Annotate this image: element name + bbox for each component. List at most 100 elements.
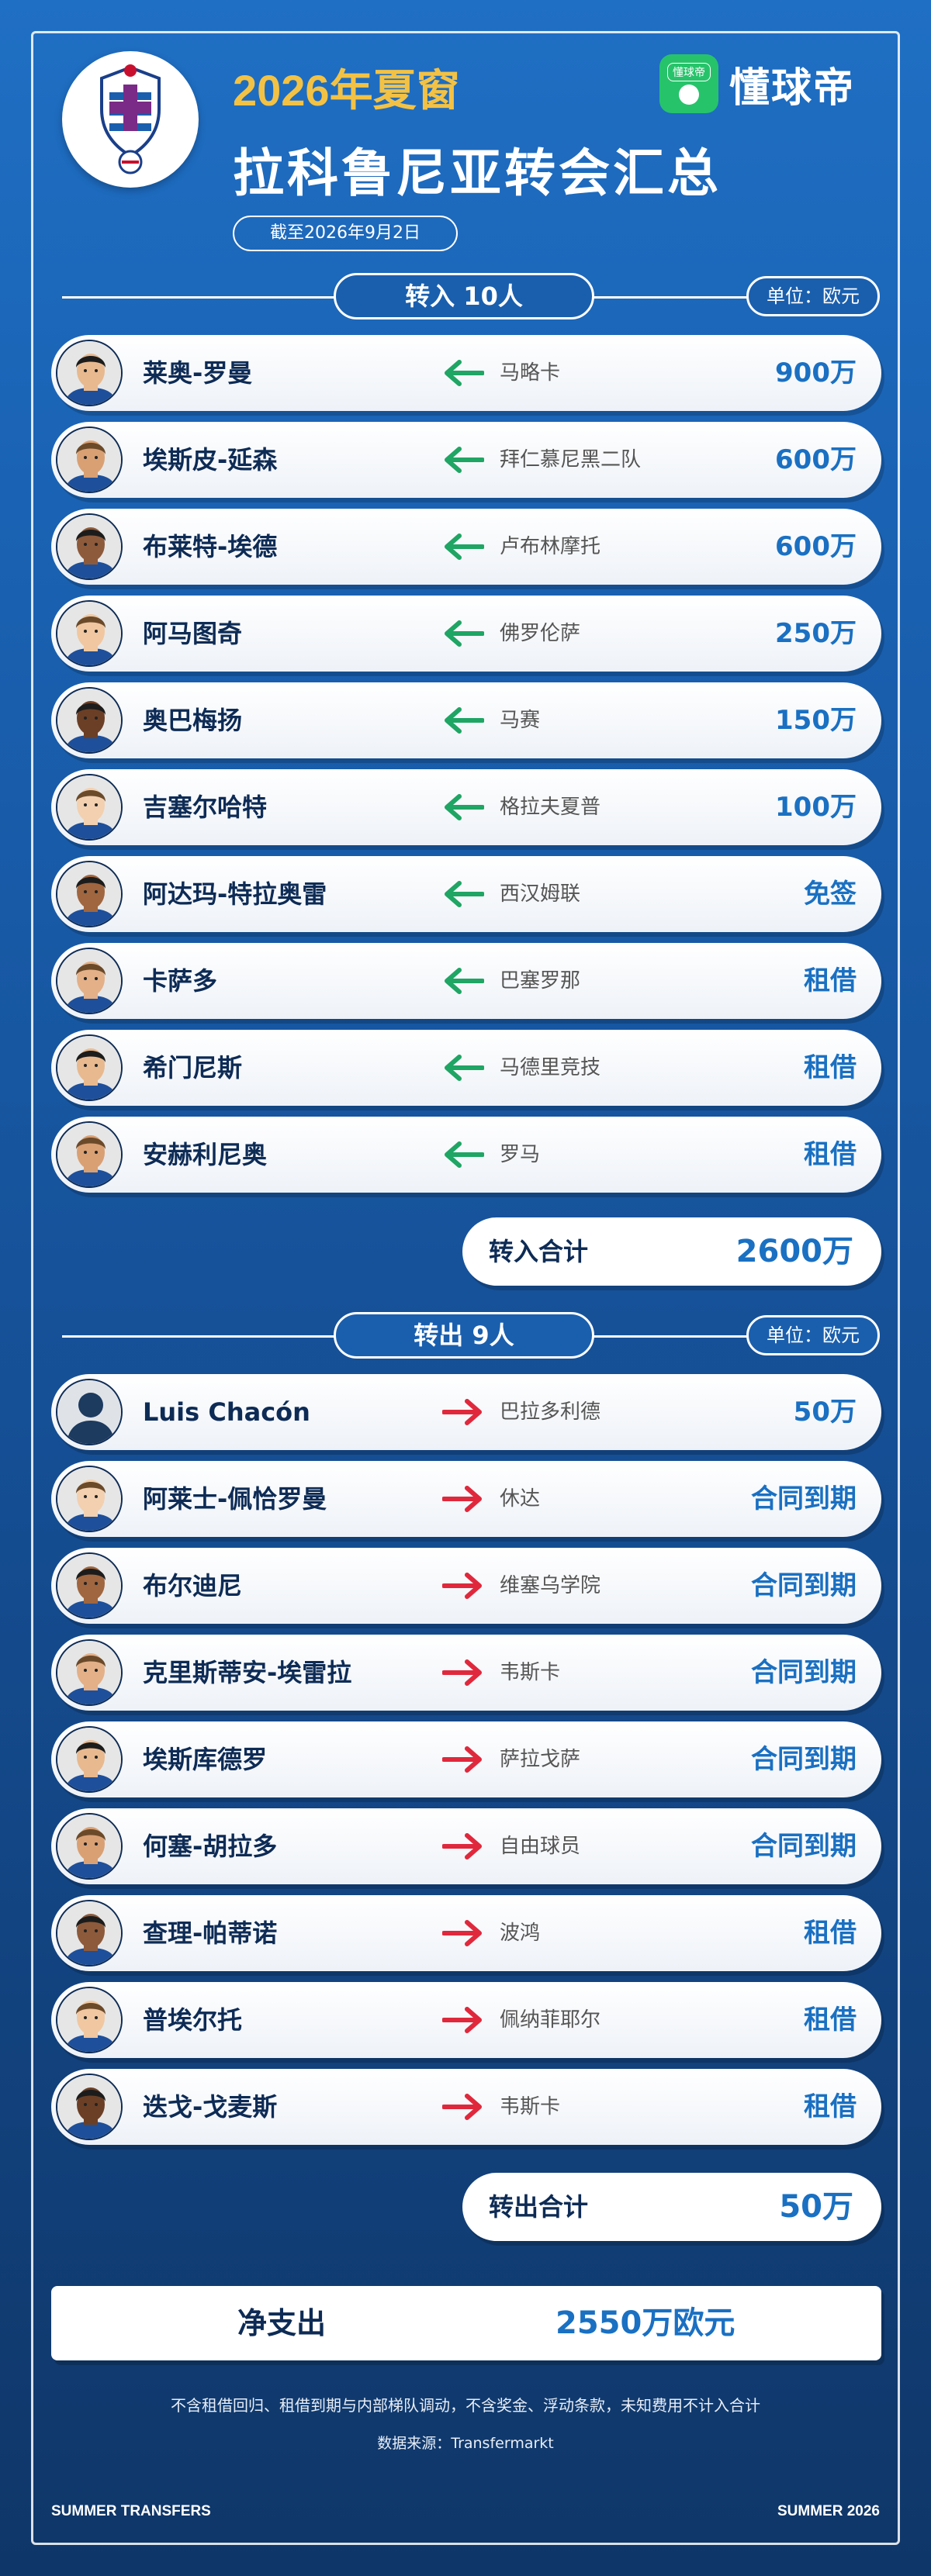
club-name: 格拉夫夏普 xyxy=(500,796,601,819)
arrow-right-icon xyxy=(441,1571,484,1601)
transfer-fee: 租借 xyxy=(804,2005,857,2036)
arrow-right-icon xyxy=(441,1832,484,1861)
club-name: 自由球员 xyxy=(500,1835,581,1858)
player-avatar xyxy=(56,948,123,1014)
player-name: 奥巴梅扬 xyxy=(143,706,243,735)
player-row: 克里斯蒂安-埃雷拉 韦斯卡 合同到期 xyxy=(51,1635,881,1711)
player-row: 查理-帕蒂诺 波鸿 租借 xyxy=(51,1895,881,1971)
transfer-fee: 免签 xyxy=(804,879,857,910)
player-name: Luis Chacón xyxy=(143,1397,310,1427)
arrow-right-icon xyxy=(441,1658,484,1687)
arrow-right-icon xyxy=(441,2005,484,2035)
player-row: 希门尼斯 马德里竞技 租借 xyxy=(51,1030,881,1106)
player-name: 埃斯库德罗 xyxy=(143,1745,268,1774)
footnote: 不含租借回归、租借到期与内部梯队调动，不含奖金、浮动条款，未知费用不计入合计 xyxy=(171,2396,760,2415)
total-out-value: 50万 xyxy=(779,2189,853,2225)
brand-name: 懂球帝 xyxy=(729,64,856,112)
player-row: 安赫利尼奥 罗马 租借 xyxy=(51,1117,881,1193)
transfer-fee: 150万 xyxy=(775,705,857,736)
date-badge: 截至2026年9月2日 xyxy=(233,216,458,251)
arrow-left-icon xyxy=(442,1140,485,1169)
player-name: 安赫利尼奥 xyxy=(143,1140,268,1169)
transfer-fee: 900万 xyxy=(775,357,857,388)
total-in-label: 转入合计 xyxy=(489,1237,589,1266)
club-name: 罗马 xyxy=(500,1143,541,1166)
transfer-fee: 合同到期 xyxy=(751,1570,857,1601)
player-avatar xyxy=(56,340,123,406)
club-name: 佛罗伦萨 xyxy=(500,622,581,645)
arrow-left-icon xyxy=(442,792,485,822)
player-name: 阿马图奇 xyxy=(143,619,243,648)
player-row: 阿达玛-特拉奥雷 西汉姆联 免签 xyxy=(51,856,881,932)
player-avatar xyxy=(56,1813,123,1880)
club-name: 维塞乌学院 xyxy=(500,1574,601,1597)
player-row: 莱奥-罗曼 马略卡 900万 xyxy=(51,335,881,411)
club-name: 西汉姆联 xyxy=(500,882,581,906)
player-row: 迭戈-戈麦斯 韦斯卡 租借 xyxy=(51,2069,881,2145)
arrow-right-icon xyxy=(441,1484,484,1514)
player-name: 吉塞尔哈特 xyxy=(143,792,268,822)
club-name: 佩纳菲耶尔 xyxy=(500,2008,601,2032)
total-out-box: 转出合计 50万 xyxy=(462,2173,881,2241)
transfer-fee: 合同到期 xyxy=(751,1483,857,1514)
player-name: 阿莱士-佩恰罗曼 xyxy=(143,1484,327,1514)
arrow-right-icon xyxy=(441,1918,484,1948)
football-icon xyxy=(679,85,699,105)
player-avatar xyxy=(56,600,123,667)
player-name: 查理-帕蒂诺 xyxy=(143,1918,278,1948)
transfer-fee: 50万 xyxy=(793,1397,857,1428)
player-name: 卡萨多 xyxy=(143,966,218,996)
player-row: 阿莱士-佩恰罗曼 休达 合同到期 xyxy=(51,1461,881,1537)
player-name: 莱奥-罗曼 xyxy=(143,358,253,388)
title-year: 2026年夏窗 xyxy=(233,66,460,115)
arrow-right-icon xyxy=(441,1745,484,1774)
player-avatar xyxy=(56,1639,123,1706)
player-row: 布莱特-埃德 卢布林摩托 600万 xyxy=(51,509,881,585)
player-name: 普埃尔托 xyxy=(143,2005,243,2035)
arrow-left-icon xyxy=(442,532,485,561)
club-name: 卢布林摩托 xyxy=(500,535,601,558)
unit-label-out: 单位：欧元 xyxy=(746,1315,880,1355)
player-name: 布莱特-埃德 xyxy=(143,532,278,561)
footer-left-label: SUMMER TRANSFERS xyxy=(51,2503,211,2519)
arrow-left-icon xyxy=(442,879,485,909)
transfer-fee: 600万 xyxy=(775,444,857,475)
unit-label-in: 单位：欧元 xyxy=(746,276,880,316)
transfers-in-list: 莱奥-罗曼 马略卡 900万 埃斯皮-延森 拜仁慕尼黑二队 600万布莱特-埃德 卢布林摩托… xyxy=(51,335,881,1203)
transfer-fee: 租借 xyxy=(804,965,857,996)
data-source: 数据来源：Transfermarkt xyxy=(377,2435,554,2452)
transfer-fee: 600万 xyxy=(775,531,857,562)
player-name: 希门尼斯 xyxy=(143,1053,243,1083)
club-name: 马赛 xyxy=(500,709,541,732)
total-out-label: 转出合计 xyxy=(489,2192,589,2222)
net-spend-label: 净支出 xyxy=(237,2306,327,2340)
player-avatar xyxy=(56,774,123,841)
transfer-fee: 租借 xyxy=(804,1918,857,1949)
player-row: 埃斯皮-延森 拜仁慕尼黑二队 600万 xyxy=(51,422,881,498)
section-title-in: 转入 10人 xyxy=(334,273,594,319)
player-avatar xyxy=(56,1726,123,1793)
player-row: 吉塞尔哈特 格拉夫夏普 100万 xyxy=(51,769,881,845)
transfer-fee: 250万 xyxy=(775,618,857,649)
player-avatar xyxy=(56,1900,123,1967)
section-title-out: 转出 9人 xyxy=(334,1312,594,1359)
club-name: 波鸿 xyxy=(500,1922,541,1945)
transfer-fee: 合同到期 xyxy=(751,1831,857,1862)
club-name: 马德里竞技 xyxy=(500,1056,601,1079)
total-in-box: 转入合计 2600万 xyxy=(462,1217,881,1286)
player-name: 埃斯皮-延森 xyxy=(143,445,278,475)
player-name: 阿达玛-特拉奥雷 xyxy=(143,879,327,909)
club-name: 巴拉多利德 xyxy=(500,1400,601,1424)
arrow-left-icon xyxy=(442,1053,485,1083)
player-row: 奥巴梅扬 马赛 150万 xyxy=(51,682,881,758)
player-row: 普埃尔托 佩纳菲耶尔 租借 xyxy=(51,1982,881,2058)
net-spend-box: 净支出 2550万欧元 xyxy=(51,2286,881,2360)
player-row: 布尔迪尼 维塞乌学院 合同到期 xyxy=(51,1548,881,1624)
player-avatar xyxy=(56,513,123,580)
arrow-left-icon xyxy=(442,445,485,475)
player-avatar xyxy=(56,861,123,927)
total-in-value: 2600万 xyxy=(735,1234,853,1269)
arrow-left-icon xyxy=(442,358,485,388)
arrow-left-icon xyxy=(442,966,485,996)
footer-right-label: SUMMER 2026 xyxy=(777,2503,880,2519)
